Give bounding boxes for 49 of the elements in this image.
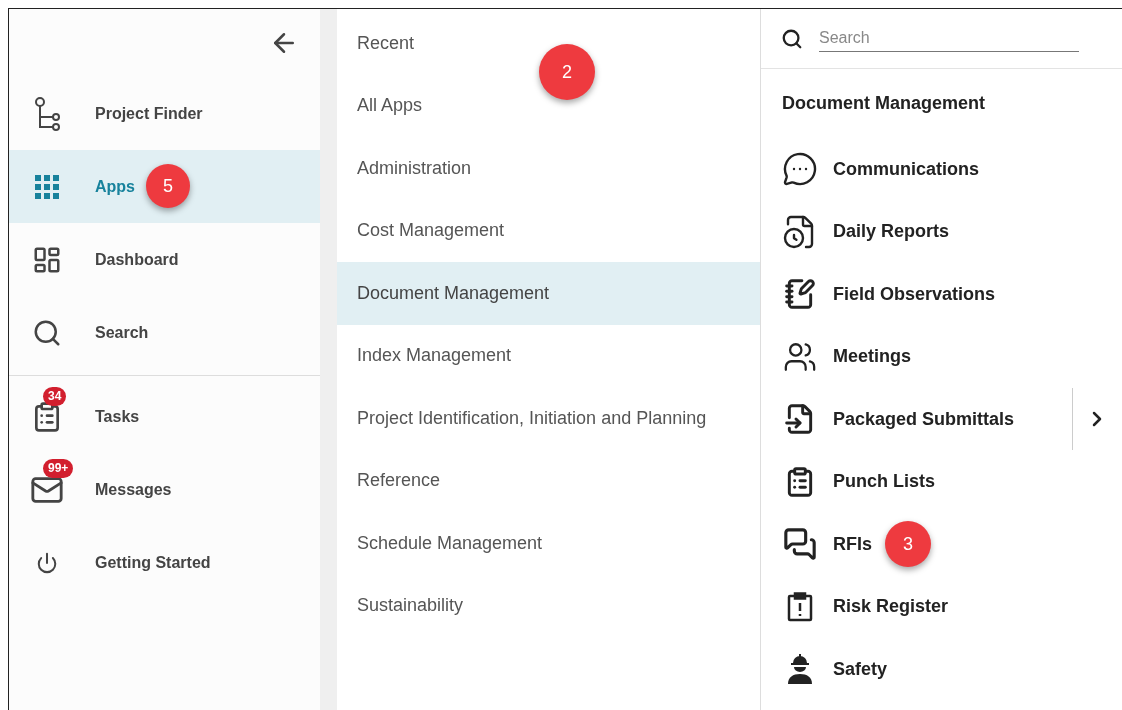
- nav-item[interactable]: Search: [9, 296, 320, 369]
- grid-icon: [35, 174, 59, 199]
- nav-label: Tasks: [95, 407, 140, 426]
- nav-item[interactable]: 99+ Messages: [9, 453, 320, 526]
- category-item[interactable]: Cost Management: [357, 220, 505, 242]
- category-item[interactable]: All Apps: [357, 95, 423, 117]
- search-icon: [781, 27, 803, 50]
- app-link[interactable]: Punch Lists: [833, 471, 935, 493]
- nav-item[interactable]: Project Finder: [9, 77, 320, 150]
- nav-label: Dashboard: [95, 250, 179, 269]
- search-field[interactable]: Search: [819, 25, 1079, 52]
- nav-label: Apps: [95, 177, 135, 196]
- worker-icon: [786, 654, 814, 685]
- app-link[interactable]: Field Observations: [833, 283, 996, 305]
- count-badge: 34: [43, 386, 67, 406]
- category-item[interactable]: Reference: [357, 470, 441, 492]
- chat-bubble-icon: [782, 151, 818, 188]
- category-item[interactable]: Recent: [357, 32, 415, 54]
- app-link[interactable]: Daily Reports: [833, 221, 950, 243]
- category-item[interactable]: Document Management: [357, 282, 550, 304]
- category-item[interactable]: Project Identification, Initiation and Planning: [357, 407, 707, 429]
- app-link[interactable]: Communications: [833, 158, 979, 180]
- app-link[interactable]: Risk Register: [833, 596, 949, 618]
- app-link[interactable]: Packaged Submittals: [833, 408, 1015, 430]
- callout-marker: 5: [146, 164, 190, 208]
- tree-icon: [34, 96, 60, 131]
- category-item[interactable]: Administration: [357, 157, 472, 179]
- app-link[interactable]: Meetings: [833, 346, 911, 368]
- clipboard-alert-icon: [787, 591, 813, 622]
- nav-label: Messages: [95, 480, 172, 499]
- callout-marker: 3: [885, 521, 931, 567]
- nav-item[interactable]: Dashboard: [9, 223, 320, 296]
- nav-label: Search: [95, 323, 149, 342]
- section-heading: Document Management: [781, 92, 987, 115]
- nav-item[interactable]: Apps 5: [9, 150, 320, 223]
- chat-squares-icon: [783, 527, 817, 562]
- count-badge: 99+: [43, 458, 74, 478]
- nav-item[interactable]: 34 Tasks: [9, 380, 320, 453]
- nav-label: Project Finder: [95, 104, 203, 123]
- power-icon: [36, 551, 58, 574]
- category-item[interactable]: Schedule Management: [357, 532, 543, 554]
- app-link[interactable]: Safety: [833, 658, 888, 680]
- category-item[interactable]: Sustainability: [357, 595, 464, 617]
- category-item[interactable]: Index Management: [357, 345, 512, 367]
- callout-marker: 2: [539, 44, 595, 100]
- nav-item[interactable]: Getting Started: [9, 526, 320, 599]
- nav-label: Getting Started: [95, 553, 211, 572]
- notebook-pen-icon: [784, 278, 816, 311]
- app-link[interactable]: RFIs: [833, 533, 872, 555]
